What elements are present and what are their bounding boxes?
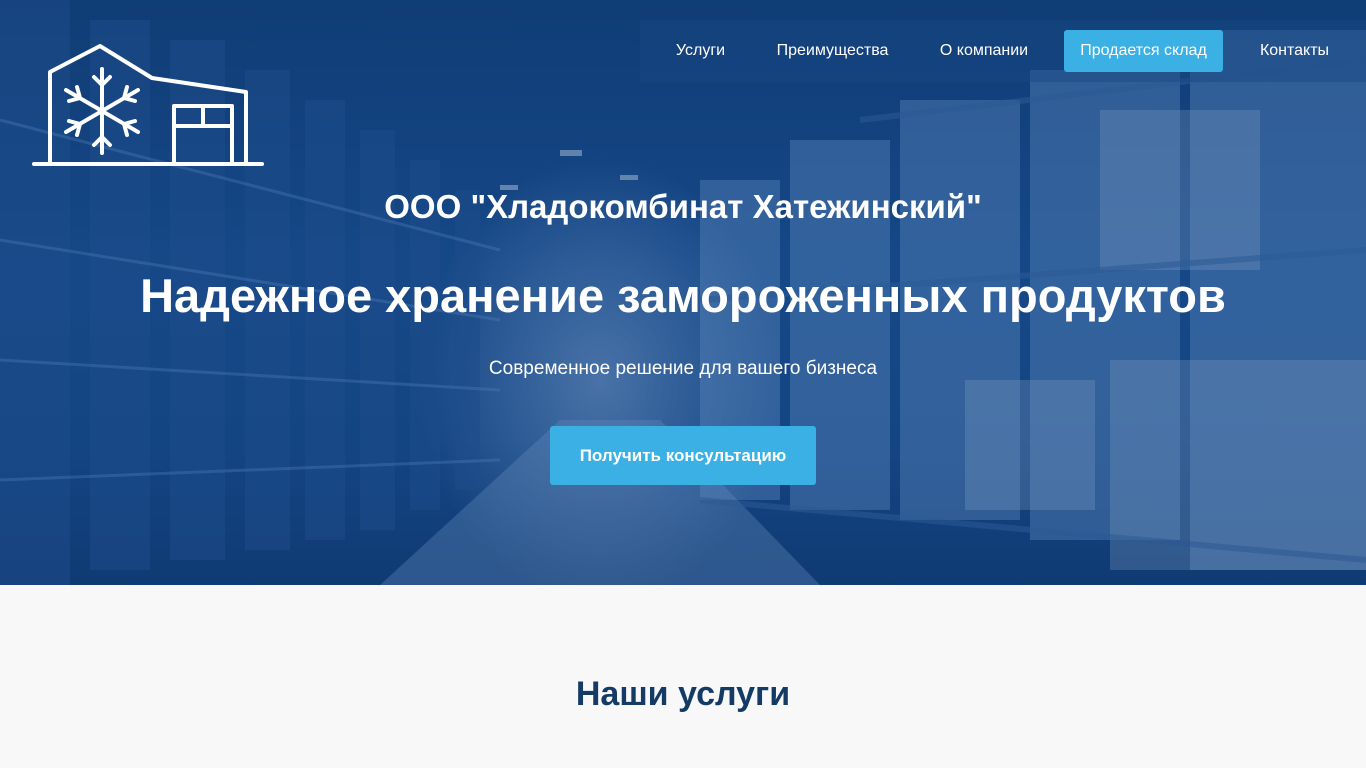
warehouse-snowflake-icon[interactable] xyxy=(32,44,264,170)
hero-section: Услуги Преимущества О компании Продается… xyxy=(0,0,1366,585)
services-title: Наши услуги xyxy=(575,675,791,713)
get-consultation-button[interactable]: Получить консультацию xyxy=(550,426,816,485)
nav-link-services[interactable]: Услуги xyxy=(660,30,741,72)
hero-title: Надежное хранение замороженных продуктов xyxy=(140,269,1226,322)
nav-link-advantages[interactable]: Преимущества xyxy=(761,30,904,72)
services-section: Наши услуги xyxy=(0,585,1366,768)
nav-link-contacts[interactable]: Контакты xyxy=(1243,30,1346,72)
nav-link-warehouse-for-sale[interactable]: Продается склад xyxy=(1064,30,1223,72)
nav-link-about[interactable]: О компании xyxy=(924,30,1044,72)
hero-subtitle: Современное решение для вашего бизнеса xyxy=(488,358,878,379)
company-name: ООО "Хладокомбинат Хатежинский" xyxy=(384,188,982,225)
